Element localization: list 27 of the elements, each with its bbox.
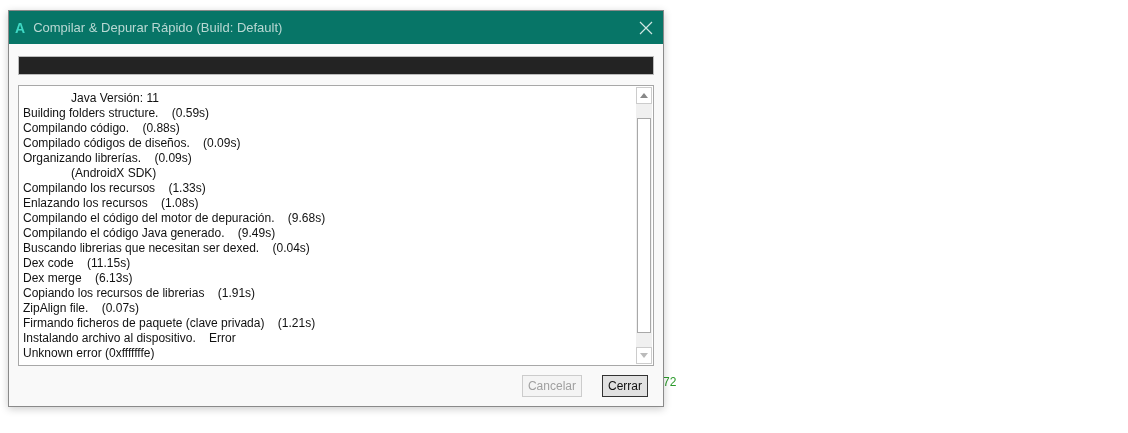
log-line: Enlazando los recursos (1.08s): [23, 196, 200, 211]
log-line: Buscando librerias que necesitan ser dexed. (0.04s): [23, 241, 311, 256]
log-line: Compilado códigos de diseños. (0.09s): [23, 136, 242, 151]
log-line: (AndroidX SDK): [70, 166, 158, 181]
app-logo: A: [15, 19, 26, 36]
log-line: Organizando librerías. (0.09s): [23, 151, 193, 166]
log-line: Java Versión: 11: [70, 91, 160, 106]
log-line: Compilando código. (0.88s): [23, 121, 181, 136]
background-text: 72: [663, 375, 677, 389]
window-title: Compilar & Depurar Rápido (Build: Default): [33, 20, 284, 35]
scroll-down-icon[interactable]: [640, 353, 648, 358]
scroll-thumb[interactable]: [637, 118, 651, 333]
log-line: Compilando el código del motor de depuración. (9.68s): [23, 211, 327, 226]
log-line: Firmando ficheros de paquete (clave privada) (1.21s): [23, 316, 317, 331]
log-line: Instalando archivo al dispositivo. Error: [23, 331, 237, 346]
log-line: Compilando el código Java generado. (9.49s): [23, 226, 277, 241]
log-line: ZipAlign file. (0.07s): [23, 301, 141, 316]
scrollbar[interactable]: [636, 87, 652, 364]
dialog-button[interactable]: Cerrar: [602, 375, 648, 397]
log-line: Compilando los recursos (1.33s): [23, 181, 207, 196]
log-line: Unknown error (0xfffffffe): [23, 346, 156, 361]
log-line: Dex code (11.15s): [23, 256, 132, 271]
log-line: Copiando los recursos de librerias (1.91s): [23, 286, 257, 301]
log-line: Dex merge (6.13s): [23, 271, 134, 286]
close-icon[interactable]: [639, 20, 653, 35]
scroll-up-icon[interactable]: [640, 93, 648, 98]
log-line: Building folders structure. (0.59s): [23, 106, 211, 121]
